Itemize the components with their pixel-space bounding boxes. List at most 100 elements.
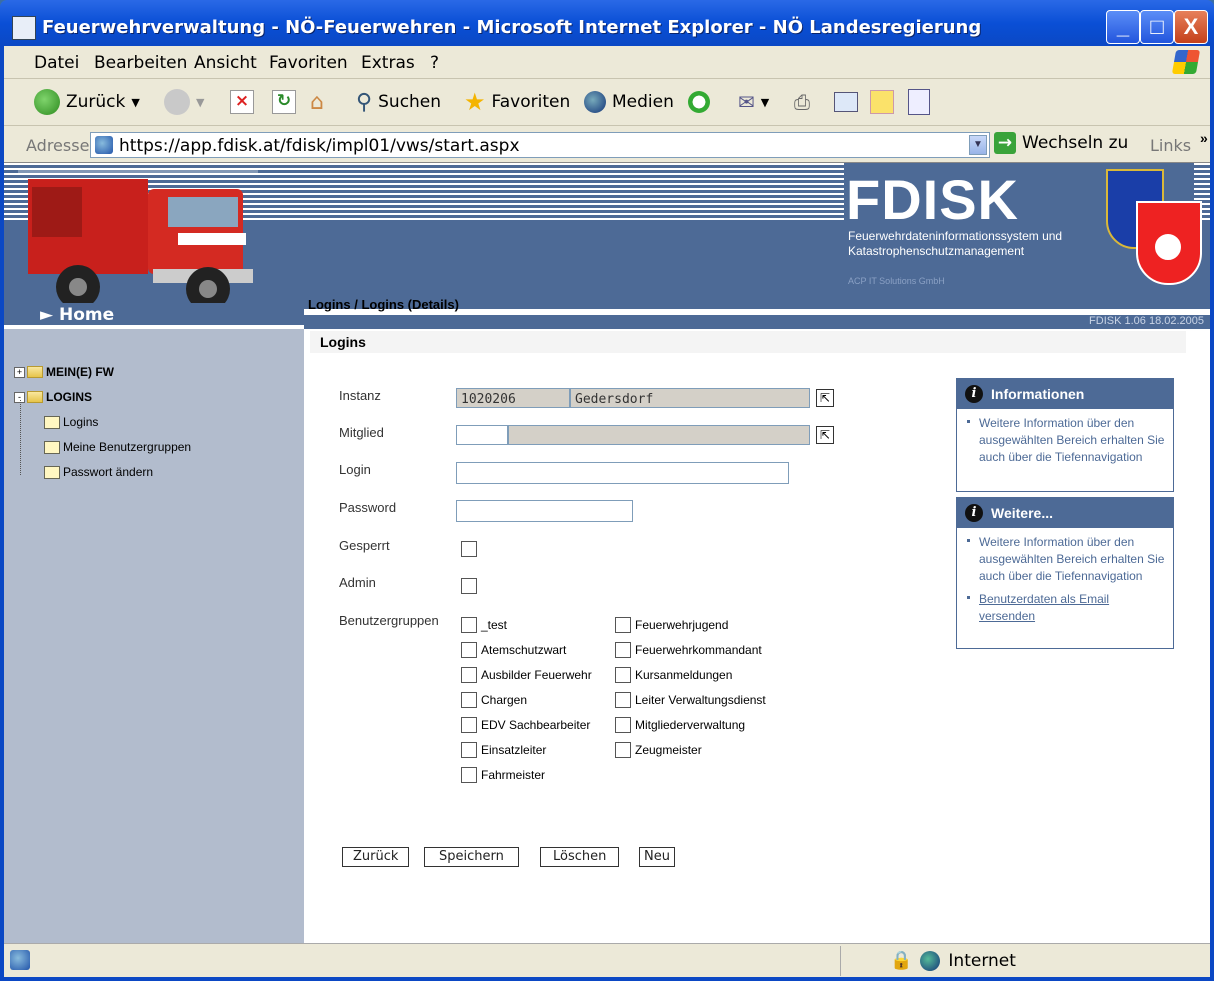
note-button[interactable] bbox=[870, 89, 894, 115]
group-checkbox-feuerwehrkommandant[interactable]: Feuerwehrkommandant bbox=[615, 642, 762, 658]
menu-bearbeiten[interactable]: Bearbeiten bbox=[94, 53, 187, 73]
forward-button[interactable]: ▼ bbox=[164, 89, 204, 115]
group-checkbox-mitgliederverwaltung[interactable]: Mitgliederverwaltung bbox=[615, 717, 745, 733]
subtitle-line2: Katastrophenschutzmanagement bbox=[848, 244, 1025, 258]
go-arrow-icon: → bbox=[994, 132, 1016, 154]
links-chevron-icon[interactable]: » bbox=[1200, 130, 1208, 146]
mail-button[interactable]: ✉ ▼ bbox=[738, 89, 769, 115]
ie-window-icon[interactable] bbox=[12, 16, 36, 40]
home-tab[interactable]: ► Home bbox=[4, 303, 304, 325]
refresh-button[interactable]: ↻ bbox=[272, 89, 296, 115]
group-checkbox-atemschutzwart[interactable]: Atemschutzwart bbox=[461, 642, 566, 658]
history-button[interactable] bbox=[688, 89, 710, 115]
info-box-title: Weitere... bbox=[991, 505, 1053, 521]
password-input[interactable] bbox=[456, 500, 633, 522]
info-icon: i bbox=[965, 385, 983, 403]
gesperrt-checkbox[interactable] bbox=[461, 541, 477, 557]
save-button[interactable]: Speichern bbox=[424, 847, 519, 867]
menu-datei[interactable]: Datei bbox=[34, 53, 79, 73]
checkbox[interactable] bbox=[461, 717, 477, 733]
menu-extras[interactable]: Extras bbox=[361, 53, 415, 73]
group-checkbox-leiter-verwaltungsdienst[interactable]: Leiter Verwaltungsdienst bbox=[615, 692, 766, 708]
tree-node-logins[interactable]: - LOGINS bbox=[14, 390, 92, 404]
note-icon bbox=[870, 90, 894, 114]
page-status-icon bbox=[10, 950, 30, 970]
group-checkbox-chargen[interactable]: Chargen bbox=[461, 692, 527, 708]
mitglied-name-field bbox=[508, 425, 810, 445]
maximize-button[interactable]: □ bbox=[1140, 10, 1174, 44]
checkbox[interactable] bbox=[615, 667, 631, 683]
menu-help[interactable]: ? bbox=[430, 53, 439, 73]
info-box-header: i Weitere... bbox=[957, 498, 1173, 528]
favorites-button[interactable]: ★ Favoriten bbox=[464, 88, 570, 116]
search-button[interactable]: ⚲ Suchen bbox=[356, 89, 441, 115]
checkbox[interactable] bbox=[615, 717, 631, 733]
admin-checkbox[interactable] bbox=[461, 578, 477, 594]
address-input[interactable]: https://app.fdisk.at/fdisk/impl01/vws/st… bbox=[90, 132, 990, 158]
group-checkbox-edv-sachbearbeiter[interactable]: EDV Sachbearbeiter bbox=[461, 717, 590, 733]
close-button[interactable]: X bbox=[1174, 10, 1208, 44]
tree-item-logins[interactable]: Logins bbox=[44, 415, 98, 429]
chevron-down-icon: ▼ bbox=[196, 95, 205, 109]
folder-icon bbox=[27, 391, 43, 403]
info-box-title: Informationen bbox=[991, 386, 1085, 402]
back-arrow-icon bbox=[34, 89, 60, 115]
checkbox[interactable] bbox=[461, 692, 477, 708]
home-icon: ⌂ bbox=[310, 89, 324, 115]
window-title: Feuerwehrverwaltung - NÖ-Feuerwehren - M… bbox=[42, 17, 982, 38]
group-checkbox-kursanmeldungen[interactable]: Kursanmeldungen bbox=[615, 667, 732, 683]
research-button[interactable] bbox=[908, 89, 930, 115]
checkbox[interactable] bbox=[461, 742, 477, 758]
chevron-down-icon[interactable]: ▼ bbox=[969, 135, 987, 155]
group-checkbox-feuerwehrjugend[interactable]: Feuerwehrjugend bbox=[615, 617, 728, 633]
tree-node-mein-fw[interactable]: + MEIN(E) FW bbox=[14, 365, 114, 379]
tree-item-meine-benutzergruppen[interactable]: Meine Benutzergruppen bbox=[44, 440, 191, 454]
edit-button[interactable] bbox=[834, 89, 858, 115]
group-label: Kursanmeldungen bbox=[635, 668, 733, 682]
group-label: Atemschutzwart bbox=[481, 643, 567, 657]
group-checkbox-test[interactable]: _test bbox=[461, 617, 507, 633]
checkbox[interactable] bbox=[461, 617, 477, 633]
group-label: Einsatzleiter bbox=[481, 743, 547, 757]
home-label: Home bbox=[59, 305, 115, 325]
security-zone: 🔒 Internet bbox=[890, 950, 1016, 971]
checkbox[interactable] bbox=[461, 667, 477, 683]
new-button[interactable]: Neu bbox=[639, 847, 675, 867]
menu-favoriten[interactable]: Favoriten bbox=[269, 53, 348, 73]
expand-icon[interactable]: + bbox=[14, 366, 25, 378]
group-label: Zeugmeister bbox=[635, 743, 702, 757]
bullet-icon bbox=[967, 420, 970, 423]
group-checkbox-einsatzleiter[interactable]: Einsatzleiter bbox=[461, 742, 546, 758]
checkbox[interactable] bbox=[615, 742, 631, 758]
group-label: Fahrmeister bbox=[481, 768, 546, 782]
delete-button[interactable]: Löschen bbox=[540, 847, 620, 867]
stop-button[interactable]: × bbox=[230, 89, 254, 115]
home-link[interactable]: ► Home bbox=[40, 305, 114, 325]
links-button[interactable]: Links bbox=[1150, 136, 1191, 155]
group-checkbox-fahrmeister[interactable]: Fahrmeister bbox=[461, 767, 545, 783]
back-button[interactable]: Zurück ▼ bbox=[34, 89, 140, 115]
checkbox[interactable] bbox=[615, 692, 631, 708]
go-button[interactable]: → Wechseln zu bbox=[994, 132, 1128, 154]
group-checkbox-ausbilder-feuerwehr[interactable]: Ausbilder Feuerwehr bbox=[461, 667, 592, 683]
back-form-button[interactable]: Zurück bbox=[342, 847, 410, 867]
menu-ansicht[interactable]: Ansicht bbox=[194, 53, 257, 73]
mitglied-code-field[interactable] bbox=[456, 425, 508, 445]
group-checkbox-zeugmeister[interactable]: Zeugmeister bbox=[615, 742, 702, 758]
checkbox[interactable] bbox=[615, 617, 631, 633]
home-button[interactable]: ⌂ bbox=[310, 89, 324, 115]
instanz-picker-icon[interactable]: ⇱ bbox=[816, 389, 834, 407]
minimize-button[interactable]: _ bbox=[1106, 10, 1140, 44]
mitglied-picker-icon[interactable]: ⇱ bbox=[816, 426, 834, 444]
checkbox[interactable] bbox=[461, 642, 477, 658]
tree-item-passwort-aendern[interactable]: Passwort ändern bbox=[44, 465, 153, 479]
print-button[interactable]: ⎙ bbox=[794, 89, 810, 115]
media-button[interactable]: Medien bbox=[584, 89, 674, 115]
info-text: Weitere Information über den ausgewählte… bbox=[979, 416, 1165, 464]
email-user-data-link[interactable]: Benutzerdaten als Email versenden bbox=[979, 592, 1109, 623]
checkbox[interactable] bbox=[615, 642, 631, 658]
checkbox[interactable] bbox=[461, 767, 477, 783]
instanz-name-field: Gedersdorf bbox=[570, 388, 810, 408]
window-frame-bottom bbox=[0, 977, 1214, 981]
login-input[interactable] bbox=[456, 462, 789, 484]
